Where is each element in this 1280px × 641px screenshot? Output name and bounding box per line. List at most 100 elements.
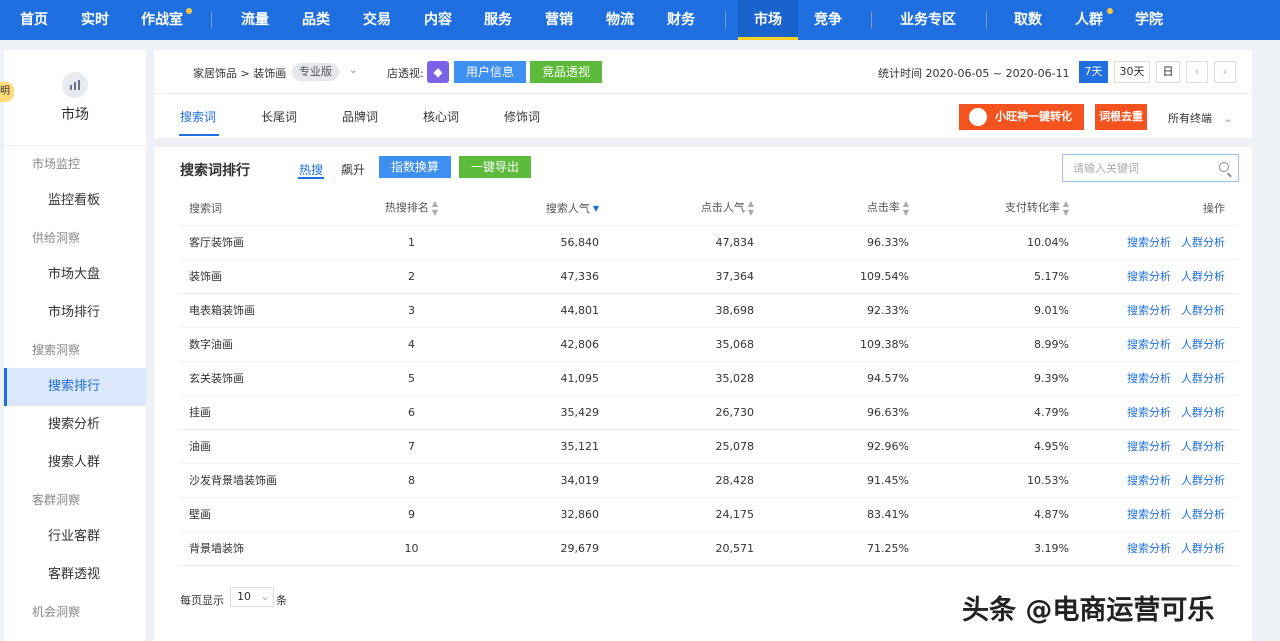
search-icon[interactable] — [1219, 162, 1229, 172]
search-analysis-link[interactable]: 搜索分析 — [1127, 372, 1171, 385]
cell-word: 装饰画 — [179, 259, 359, 294]
crowd-analysis-link[interactable]: 人群分析 — [1181, 440, 1225, 453]
nav-item-realtime[interactable]: 实时 — [81, 0, 109, 40]
cell-word: 壁画 — [179, 497, 359, 532]
chevron-down-icon: ⌄ — [260, 590, 270, 603]
search-analysis-link[interactable]: 搜索分析 — [1127, 406, 1171, 419]
nav-item-business-zone[interactable]: 业务专区 — [900, 0, 956, 40]
crowd-analysis-link[interactable]: 人群分析 — [1181, 406, 1225, 419]
sort-icon: ▲ ▼ — [1062, 198, 1069, 217]
competitor-button[interactable]: 竞品透视 — [530, 61, 603, 83]
cell-actions: 搜索分析 人群分析 — [1069, 259, 1239, 294]
sidebar-item-customer-insight[interactable]: 客群透视 — [4, 556, 146, 594]
nav-item-market[interactable]: 市场 — [738, 0, 798, 40]
search-analysis-link[interactable]: 搜索分析 — [1127, 338, 1171, 351]
chevron-down-icon[interactable]: ⌄ — [349, 65, 357, 76]
shop-icon[interactable]: ◆ — [427, 61, 449, 83]
cell-click-popularity: 26,730 — [599, 395, 754, 430]
sidebar-item-industry-customer[interactable]: 行业客群 — [4, 518, 146, 556]
sidebar-group-customer: 客群洞察 — [32, 493, 81, 507]
search-analysis-link[interactable]: 搜索分析 — [1127, 440, 1171, 453]
user-info-button[interactable]: 用户信息 — [454, 61, 527, 83]
cell-actions: 搜索分析 人群分析 — [1069, 531, 1239, 566]
crowd-analysis-link[interactable]: 人群分析 — [1181, 270, 1225, 283]
nav-item-finance[interactable]: 财务 — [667, 0, 695, 40]
tab-brand-word[interactable]: 品牌词 — [342, 108, 378, 125]
cell-word: 背景墙装饰 — [179, 531, 359, 566]
range-7d-button[interactable]: 7天 — [1079, 61, 1108, 83]
nav-item-crowd[interactable]: 人群 — [1075, 0, 1103, 40]
terminal-select[interactable]: 所有终端 ⌄ — [1168, 110, 1233, 126]
sidebar-item-market-overview[interactable]: 市场大盘 — [4, 256, 146, 294]
table-row: 背景墙装饰 10 29,679 20,571 71.25% 3.19% 搜索分析 人群分析 — [179, 531, 1239, 566]
sidebar-item-search-crowd[interactable]: 搜索人群 — [4, 444, 146, 482]
crowd-analysis-link[interactable]: 人群分析 — [1181, 236, 1225, 249]
page-size-select[interactable]: 10 ⌄ — [230, 587, 274, 607]
tab-long-tail[interactable]: 长尾词 — [261, 108, 297, 125]
crowd-analysis-link[interactable]: 人群分析 — [1181, 372, 1225, 385]
cell-cvr: 4.95% — [909, 429, 1069, 464]
tab-underline — [179, 134, 219, 136]
range-day-button[interactable]: 日 — [1156, 61, 1180, 83]
cell-cvr: 5.17% — [909, 259, 1069, 294]
crowd-analysis-link[interactable]: 人群分析 — [1181, 304, 1225, 317]
nav-separator — [986, 11, 987, 29]
col-header-cvr[interactable]: 支付转化率 ▲ ▼ — [909, 191, 1069, 226]
sidebar-item-market-ranking[interactable]: 市场排行 — [4, 294, 146, 332]
nav-item-category[interactable]: 品类 — [302, 0, 330, 40]
sidebar-item-search-analysis[interactable]: 搜索分析 — [4, 406, 146, 444]
prev-arrow-icon[interactable]: ‹ — [1186, 61, 1208, 83]
cell-word: 油画 — [179, 429, 359, 464]
tab-core-word[interactable]: 核心词 — [423, 108, 459, 125]
pager: 每页显示 10 ⌄ 条 — [180, 587, 287, 608]
crowd-analysis-link[interactable]: 人群分析 — [1181, 474, 1225, 487]
search-analysis-link[interactable]: 搜索分析 — [1127, 474, 1171, 487]
sidebar-item-search-ranking[interactable]: 搜索排行 — [4, 368, 146, 406]
search-analysis-link[interactable]: 搜索分析 — [1127, 304, 1171, 317]
nav-item-logistics[interactable]: 物流 — [606, 0, 634, 40]
col-header-click[interactable]: 点击人气 ▲ ▼ — [599, 191, 754, 226]
segment-rising[interactable]: 飙升 — [341, 161, 365, 178]
search-input[interactable] — [1063, 155, 1213, 181]
segment-hot[interactable]: 热搜 — [299, 161, 323, 178]
search-analysis-link[interactable]: 搜索分析 — [1127, 236, 1171, 249]
cell-click-popularity: 35,068 — [599, 327, 754, 362]
range-30d-button[interactable]: 30天 — [1114, 61, 1150, 83]
dedupe-button[interactable]: 词根去重 — [1095, 104, 1147, 130]
header-card: 家居饰品 > 装饰画 专业版 ⌄ 店透视: ◆ 用户信息 竞品透视 统计时间 2… — [154, 50, 1252, 138]
nav-item-competition[interactable]: 竞争 — [814, 0, 842, 40]
crowd-analysis-link[interactable]: 人群分析 — [1181, 508, 1225, 521]
side-badge[interactable]: 明 — [0, 82, 14, 102]
col-header-rank[interactable]: 热搜排名 ▲ ▼ — [359, 191, 464, 226]
search-analysis-link[interactable]: 搜索分析 — [1127, 508, 1171, 521]
cell-search-popularity: 56,840 — [464, 225, 599, 260]
col-header-ctr[interactable]: 点击率 ▲ ▼ — [754, 191, 909, 226]
index-convert-button[interactable]: 指数换算 — [379, 156, 452, 178]
tab-search-word[interactable]: 搜索词 — [180, 108, 216, 125]
nav-item-fetch-data[interactable]: 取数 — [1014, 0, 1042, 40]
breadcrumb[interactable]: 家居饰品 > 装饰画 — [193, 65, 286, 81]
sort-icon: ▲ ▼ — [747, 198, 754, 217]
cell-ctr: 91.45% — [754, 463, 909, 498]
nav-item-content[interactable]: 内容 — [424, 0, 452, 40]
crowd-analysis-link[interactable]: 人群分析 — [1181, 542, 1225, 555]
nav-item-warroom[interactable]: 作战室 — [141, 0, 183, 40]
nav-item-marketing[interactable]: 营销 — [545, 0, 573, 40]
crowd-analysis-link[interactable]: 人群分析 — [1181, 338, 1225, 351]
search-analysis-link[interactable]: 搜索分析 — [1127, 542, 1171, 555]
cell-search-popularity: 44,801 — [464, 293, 599, 328]
nav-item-academy[interactable]: 学院 — [1135, 0, 1163, 40]
nav-item-home[interactable]: 首页 — [20, 0, 48, 40]
table-row: 壁画 9 32,860 24,175 83.41% 4.87% 搜索分析 人群分析 — [179, 497, 1239, 532]
nav-item-traffic[interactable]: 流量 — [241, 0, 269, 40]
cell-search-popularity: 32,860 — [464, 497, 599, 532]
export-button[interactable]: 一键导出 — [459, 156, 532, 178]
nav-item-trade[interactable]: 交易 — [363, 0, 391, 40]
nav-item-service[interactable]: 服务 — [484, 0, 512, 40]
search-analysis-link[interactable]: 搜索分析 — [1127, 270, 1171, 283]
convert-button[interactable]: 小旺神一键转化 — [959, 104, 1084, 130]
col-header-search[interactable]: 搜索人气 ▼ — [464, 191, 599, 226]
tab-modifier-word[interactable]: 修饰词 — [504, 108, 540, 125]
next-arrow-icon[interactable]: › — [1214, 61, 1236, 83]
sidebar-item-monitor-board[interactable]: 监控看板 — [4, 182, 146, 220]
